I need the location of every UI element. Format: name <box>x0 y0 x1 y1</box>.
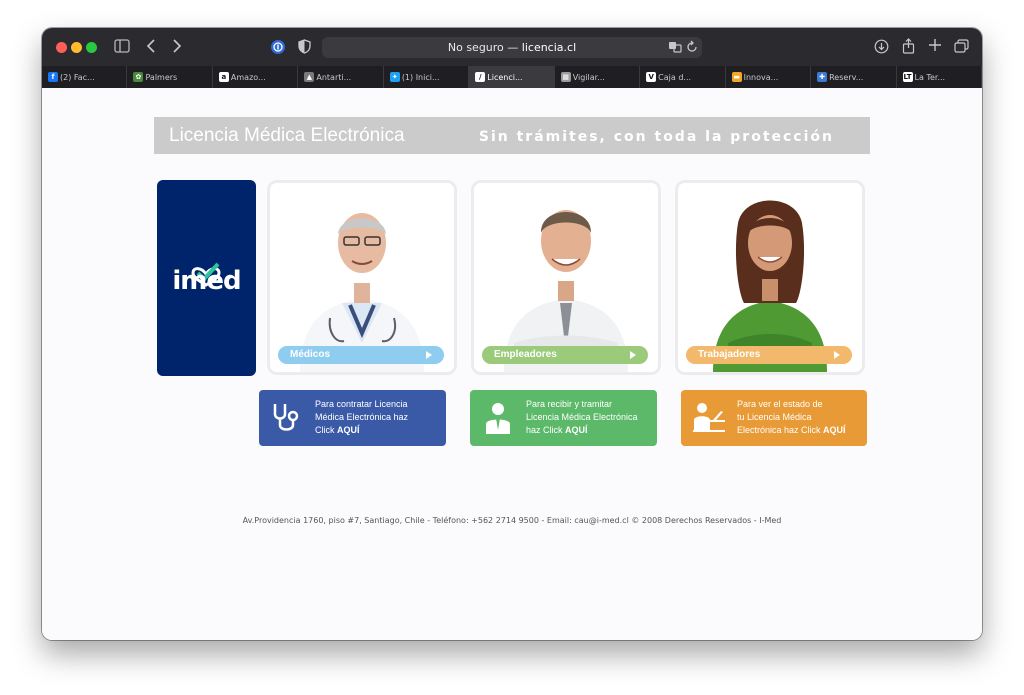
web-page: Licencia Médica Electrónica Sin trámites… <box>42 88 982 640</box>
trabajadores-button[interactable]: Trabajadores <box>686 346 852 364</box>
tab-label: Innova... <box>743 72 779 82</box>
tab-label: Vigilar... <box>572 72 605 82</box>
worker-laptop-icon <box>693 403 725 432</box>
facebook-icon: f <box>48 72 58 82</box>
close-window-button[interactable] <box>56 42 67 53</box>
page-title: Licencia Médica Electrónica <box>169 125 405 146</box>
laterc-icon: LT <box>902 72 913 82</box>
browser-tab[interactable]: f (2) Fac... <box>42 66 128 88</box>
employer-icon <box>486 403 510 434</box>
trabajadores-action-text: Para ver el estado de tu Licencia Médica E… <box>737 399 846 435</box>
minimize-window-button[interactable] <box>71 42 82 53</box>
amazon-icon: a <box>218 72 229 82</box>
antartica-icon: ▲ <box>304 72 315 82</box>
imed-logo-text: imed <box>172 266 241 296</box>
employer-photo <box>504 210 628 372</box>
tab-label: Palmers <box>145 72 178 82</box>
medicos-action-button[interactable]: Para contratar Licencia Médica Electrónic… <box>259 390 446 446</box>
browser-tab[interactable]: ✿ Palmers <box>127 66 213 88</box>
imed-logo-card: imed <box>157 180 256 376</box>
tab-label: Caja d... <box>658 72 692 82</box>
privacy-shield-icon[interactable] <box>298 39 311 58</box>
tab-label: Reserv... <box>829 72 864 82</box>
card-empleadores[interactable]: Empleadores <box>471 180 661 375</box>
browser-tab[interactable]: ▲ Antarti... <box>298 66 384 88</box>
tab-overview-icon[interactable] <box>954 39 969 57</box>
forward-icon[interactable] <box>172 39 182 57</box>
tab-bar: f (2) Fac... ✿ Palmers a Amazo... ▲ Antarti... ✦… <box>42 66 982 88</box>
password-manager-icon[interactable] <box>270 39 286 59</box>
title-bar: No seguro — licencia.cl <box>42 28 982 66</box>
browser-tab[interactable]: / Licenci... <box>469 66 555 88</box>
licencia-icon: / <box>475 72 486 82</box>
downloads-icon[interactable] <box>874 39 889 58</box>
palmers-icon: ✿ <box>133 72 144 82</box>
page-subtitle: Sin trámites, con toda la protección <box>478 129 834 145</box>
browser-tab[interactable]: V Caja d... <box>640 66 726 88</box>
vigilar-icon: ▦ <box>560 72 571 82</box>
header-banner: Licencia Médica Electrónica Sin trámites… <box>154 117 870 154</box>
address-text: No seguro — licencia.cl <box>447 41 577 54</box>
twitter-icon: ✦ <box>389 72 400 82</box>
browser-tab[interactable]: a Amazo... <box>213 66 299 88</box>
stethoscope-icon <box>273 404 299 431</box>
card-medicos[interactable]: Médicos <box>267 180 457 375</box>
reload-icon[interactable] <box>686 40 698 58</box>
sidebar-icon[interactable] <box>114 39 130 57</box>
tab-label: (1) Inici... <box>401 72 440 82</box>
browser-tab[interactable]: LT La Ter... <box>897 66 982 88</box>
footer-text: Av.Providencia 1760, piso #7, Santiago, … <box>242 516 782 525</box>
browser-tab[interactable]: ✦ (1) Inici... <box>384 66 470 88</box>
browser-tab[interactable]: ✚ Reserv... <box>811 66 897 88</box>
share-icon[interactable] <box>902 38 915 58</box>
empleadores-action-button[interactable]: Para recibir y tramitar Licencia Médica E… <box>470 390 657 446</box>
browser-window: No seguro — licencia.cl f (2) Fac... ✿ Palm… <box>42 28 982 640</box>
tab-label: (2) Fac... <box>60 72 95 82</box>
worker-photo <box>713 200 827 372</box>
doctor-photo <box>300 213 424 372</box>
tab-label: Amazo... <box>230 72 266 82</box>
medicos-action-text: Para contratar Licencia Médica Electrónic… <box>315 399 409 435</box>
browser-tab[interactable]: ▬ Innova... <box>726 66 812 88</box>
empleadores-action-text: Para recibir y tramitar Licencia Médica E… <box>526 399 638 435</box>
card-trabajadores[interactable]: Trabajadores <box>675 180 865 375</box>
translate-icon[interactable] <box>668 40 682 58</box>
new-tab-icon[interactable] <box>928 38 942 56</box>
address-bar[interactable]: No seguro — licencia.cl <box>322 37 702 58</box>
innova-icon: ▬ <box>731 72 742 82</box>
reserva-icon: ✚ <box>817 72 828 82</box>
zoom-window-button[interactable] <box>86 42 97 53</box>
browser-tab[interactable]: ▦ Vigilar... <box>555 66 641 88</box>
medicos-button[interactable]: Médicos <box>278 346 444 364</box>
empleadores-button[interactable]: Empleadores <box>482 346 648 364</box>
trabajadores-action-button[interactable]: Para ver el estado de tu Licencia Médica E… <box>681 390 867 446</box>
tab-label: Antarti... <box>316 72 352 82</box>
back-icon[interactable] <box>146 39 156 57</box>
tab-label: Licenci... <box>487 72 523 82</box>
tab-label: La Ter... <box>914 72 946 82</box>
vimeo-icon: V <box>646 72 657 82</box>
